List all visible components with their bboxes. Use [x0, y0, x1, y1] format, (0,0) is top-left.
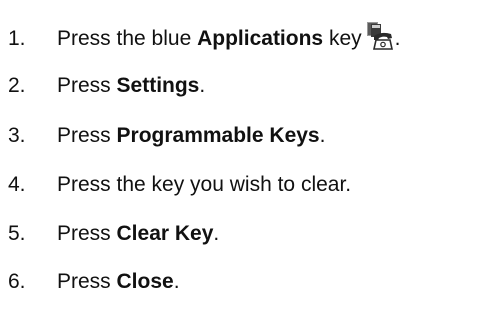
step-text: Press Close. [57, 262, 180, 302]
step-6: 6. Press Close. [0, 262, 503, 302]
step-3: 3. Press Programmable Keys. [0, 116, 503, 156]
step-text: Press the key you wish to clear. [57, 165, 351, 205]
step-text-bold: Programmable Keys [116, 124, 320, 147]
step-text-plain: Press [57, 270, 117, 293]
step-text-plain: Press the blue [57, 27, 198, 50]
step-text-after: . [213, 222, 220, 245]
step-text-after: . [199, 74, 206, 97]
step-text-after: key [323, 27, 362, 50]
step-number: 1. [8, 27, 26, 50]
step-number: 3. [8, 124, 26, 147]
step-number: 2. [8, 74, 26, 97]
step-text-plain: Press [57, 74, 117, 97]
step-text-bold: Clear Key [116, 222, 214, 245]
phone-applications-key-icon [366, 22, 393, 50]
step-2: 2. Press Settings. [0, 66, 503, 106]
step-text-plain: Press the key you wish to clear. [57, 173, 352, 196]
step-text-after: . [319, 124, 326, 147]
step-text-plain: Press [57, 124, 117, 147]
step-5: 5. Press Clear Key. [0, 214, 503, 254]
step-text-bold: Applications [197, 27, 324, 50]
step-text: Press the blue Applications key . [57, 19, 400, 59]
step-text-plain: Press [57, 222, 117, 245]
step-end: . [394, 27, 401, 50]
step-4: 4. Press the key you wish to clear. [0, 165, 503, 205]
step-text: Press Programmable Keys. [57, 116, 325, 156]
step-number: 5. [8, 222, 26, 245]
step-number: 6. [8, 270, 26, 293]
step-text: Press Settings. [57, 66, 205, 106]
step-text: Press Clear Key. [57, 214, 219, 254]
step-1: 1. Press the blue Applications key . [0, 19, 503, 59]
step-text-bold: Close [116, 270, 174, 293]
step-text-after: . [173, 270, 180, 293]
step-number: 4. [8, 173, 26, 196]
step-text-bold: Settings [116, 74, 200, 97]
